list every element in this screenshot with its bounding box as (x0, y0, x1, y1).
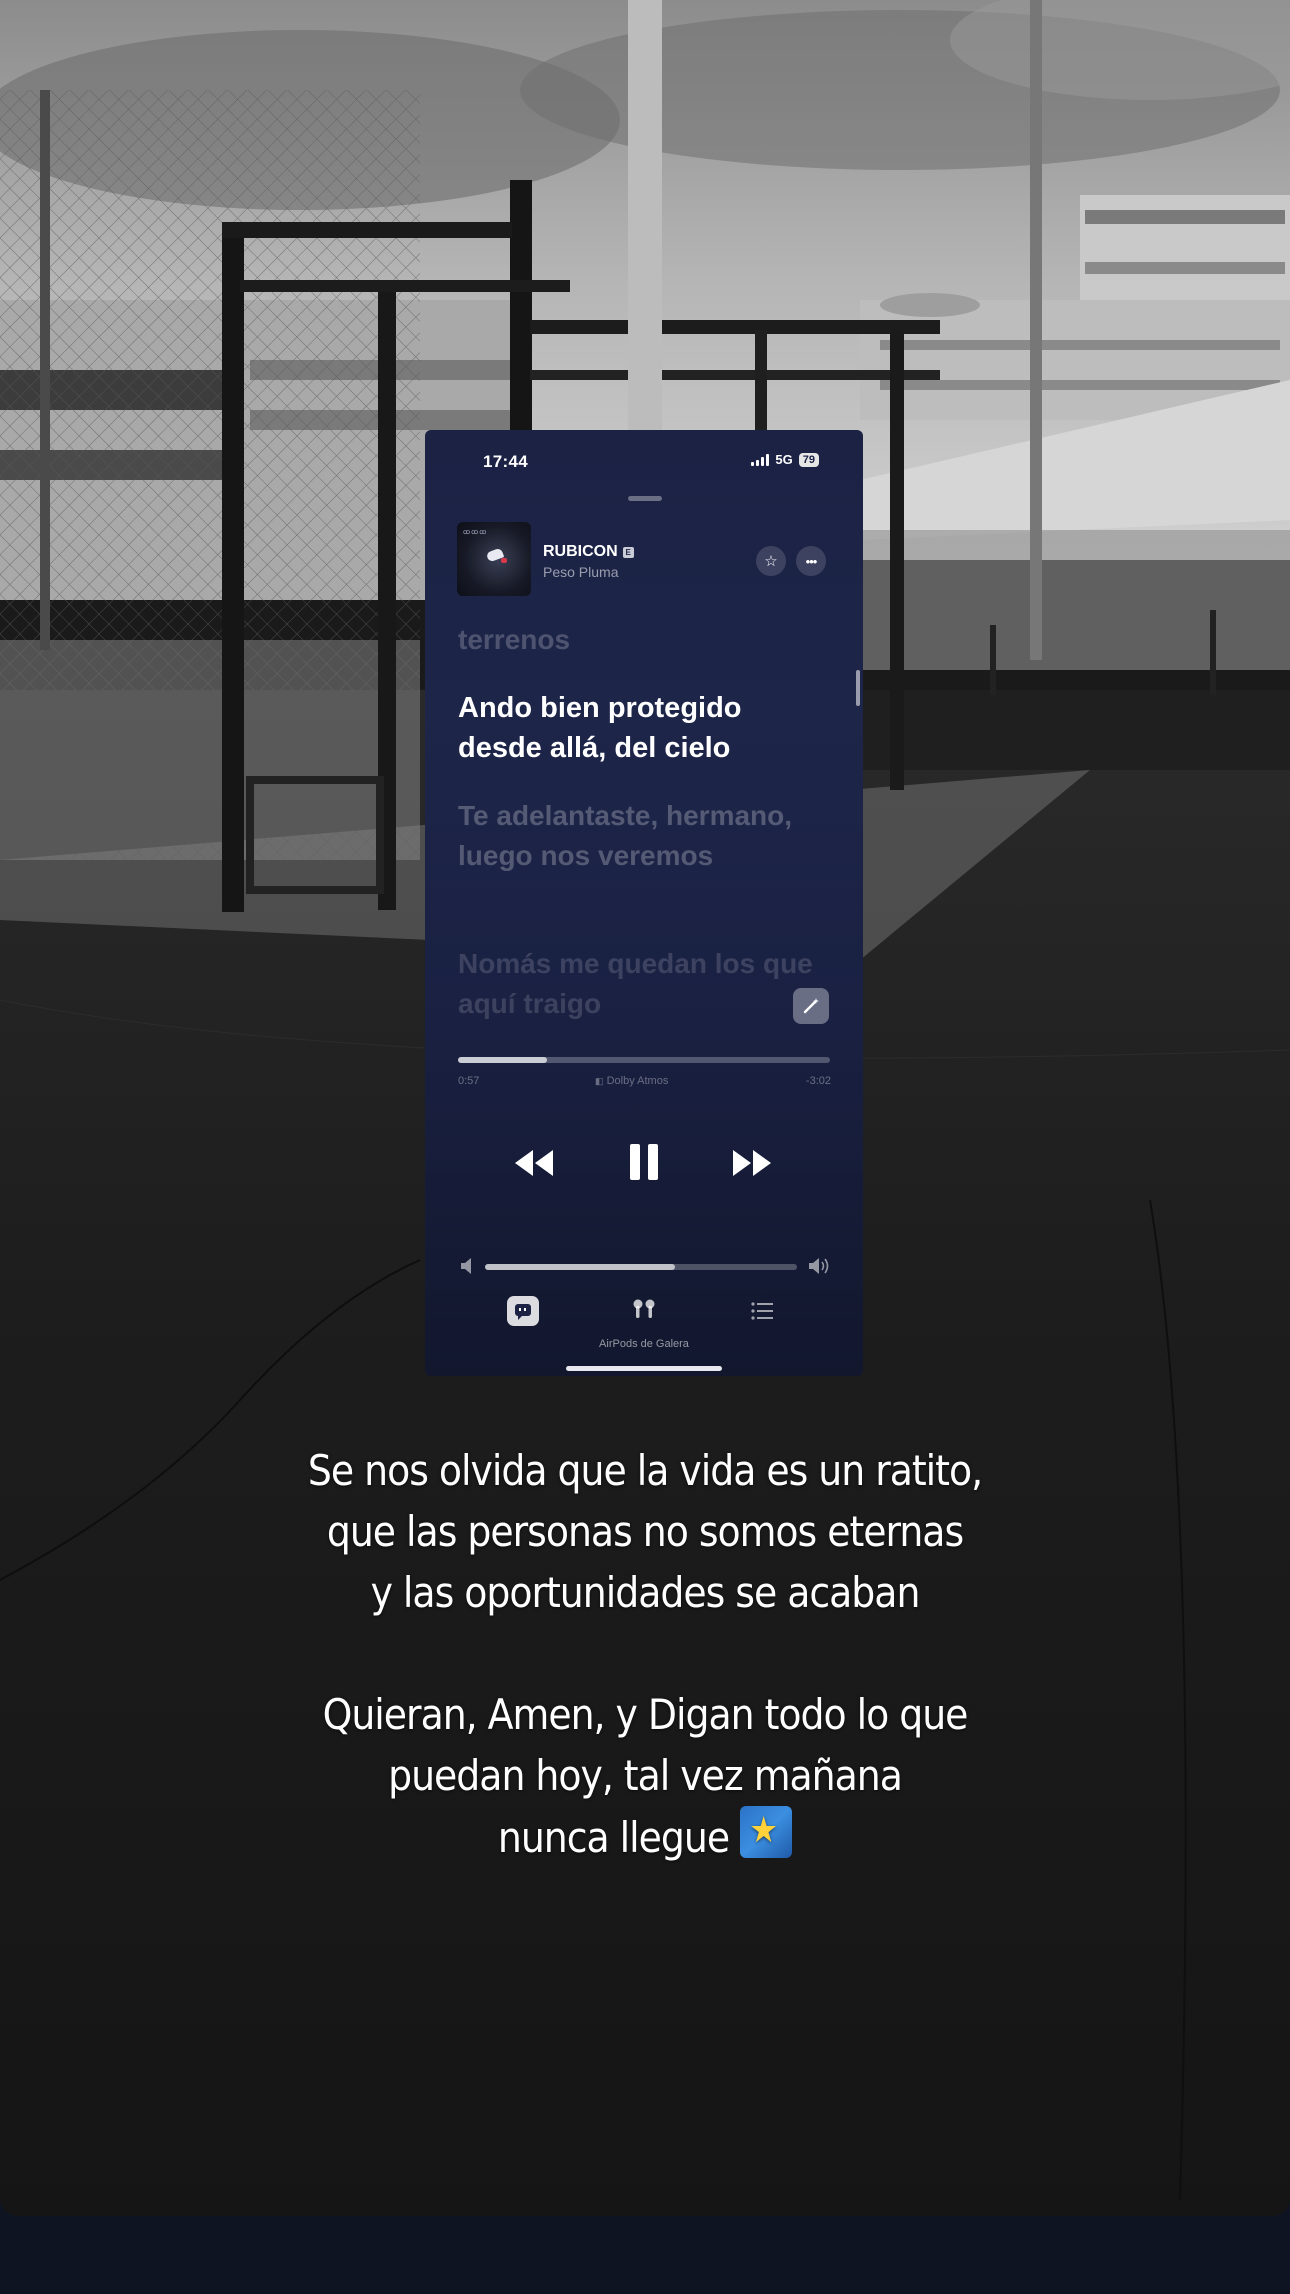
lyric-line-upcoming[interactable]: Nomás me quedan los que aquí traigo (458, 944, 818, 1024)
caption-line: Quieran, Amen, y Digan todo lo que (322, 1690, 969, 1739)
progress-bar[interactable] (458, 1057, 830, 1063)
lyric-line-next[interactable]: Te adelantaste, hermano, luego nos verem… (458, 796, 818, 876)
album-art-beak (501, 558, 507, 563)
lyrics-quote-icon (515, 1304, 531, 1320)
sheet-grabber[interactable] (628, 496, 662, 501)
progress-fill (458, 1057, 548, 1063)
output-device-label[interactable]: AirPods de Galera (425, 1338, 863, 1350)
lyric-line-current[interactable]: Ando bien protegido desde allá, del ciel… (458, 688, 818, 768)
favorite-button[interactable]: ☆ (756, 546, 786, 576)
magic-wand-icon (803, 998, 819, 1014)
story-caption: Se nos olvida que la vida es un ratito, … (145, 1440, 1145, 1868)
pause-icon[interactable] (628, 1142, 660, 1182)
lyrics-scrollbar[interactable] (856, 670, 860, 706)
more-button[interactable]: ••• (796, 546, 826, 576)
explicit-icon: E (622, 547, 634, 558)
caption-line: Se nos olvida que la vida es un ratito, (307, 1446, 983, 1495)
home-indicator[interactable] (566, 1366, 722, 1371)
volume-slider[interactable] (485, 1264, 797, 1270)
dolby-atmos-badge: ◧ Dolby Atmos (595, 1075, 668, 1087)
network-label: 5G (775, 452, 793, 467)
speaker-low-icon (461, 1258, 471, 1274)
status-time: 17:44 (483, 452, 528, 471)
signal-icon (751, 453, 770, 466)
caption-line: puedan hoy, tal vez mañana (388, 1751, 903, 1800)
lyrics-sing-button[interactable] (793, 988, 829, 1024)
battery-icon: 79 (798, 452, 819, 467)
album-art[interactable]: ꝏꝏꝏ (457, 522, 531, 596)
airpods-icon[interactable] (630, 1298, 658, 1322)
volume-fill (485, 1264, 676, 1270)
fast-forward-icon[interactable] (731, 1148, 775, 1178)
caption-line-text: nunca llegue (497, 1813, 730, 1862)
speaker-high-icon (809, 1258, 829, 1274)
music-player-screenshot: 17:44 5G 79 ꝏꝏꝏ RUBICON E Peso Pluma ☆ ••… (425, 430, 863, 1376)
caption-line: que las personas no somos eternas (326, 1507, 964, 1556)
lyrics-button[interactable] (507, 1296, 539, 1326)
star-icon: ☆ (764, 553, 778, 570)
status-indicators: 5G 79 (751, 452, 819, 467)
caption-line-last: nunca llegue (145, 1806, 1145, 1868)
lyric-line-previous[interactable]: terrenos (458, 624, 818, 656)
album-art-text: ꝏꝏꝏ (463, 529, 488, 536)
list-icon[interactable] (750, 1301, 774, 1321)
song-artist[interactable]: Peso Pluma (543, 564, 618, 580)
ellipsis-icon: ••• (805, 553, 818, 569)
song-title: RUBICON E (543, 543, 634, 561)
caption-line: y las oportunidades se acaban (370, 1568, 921, 1617)
shooting-star-icon (740, 1806, 793, 1858)
song-title-text: RUBICON (543, 543, 618, 560)
dolby-icon: ◧ (595, 1076, 604, 1086)
remaining-time: -3:02 (805, 1075, 831, 1087)
dolby-label: Dolby Atmos (606, 1075, 669, 1087)
elapsed-time: 0:57 (458, 1075, 480, 1087)
rewind-icon[interactable] (513, 1148, 557, 1178)
bottom-bar (0, 2216, 1290, 2294)
